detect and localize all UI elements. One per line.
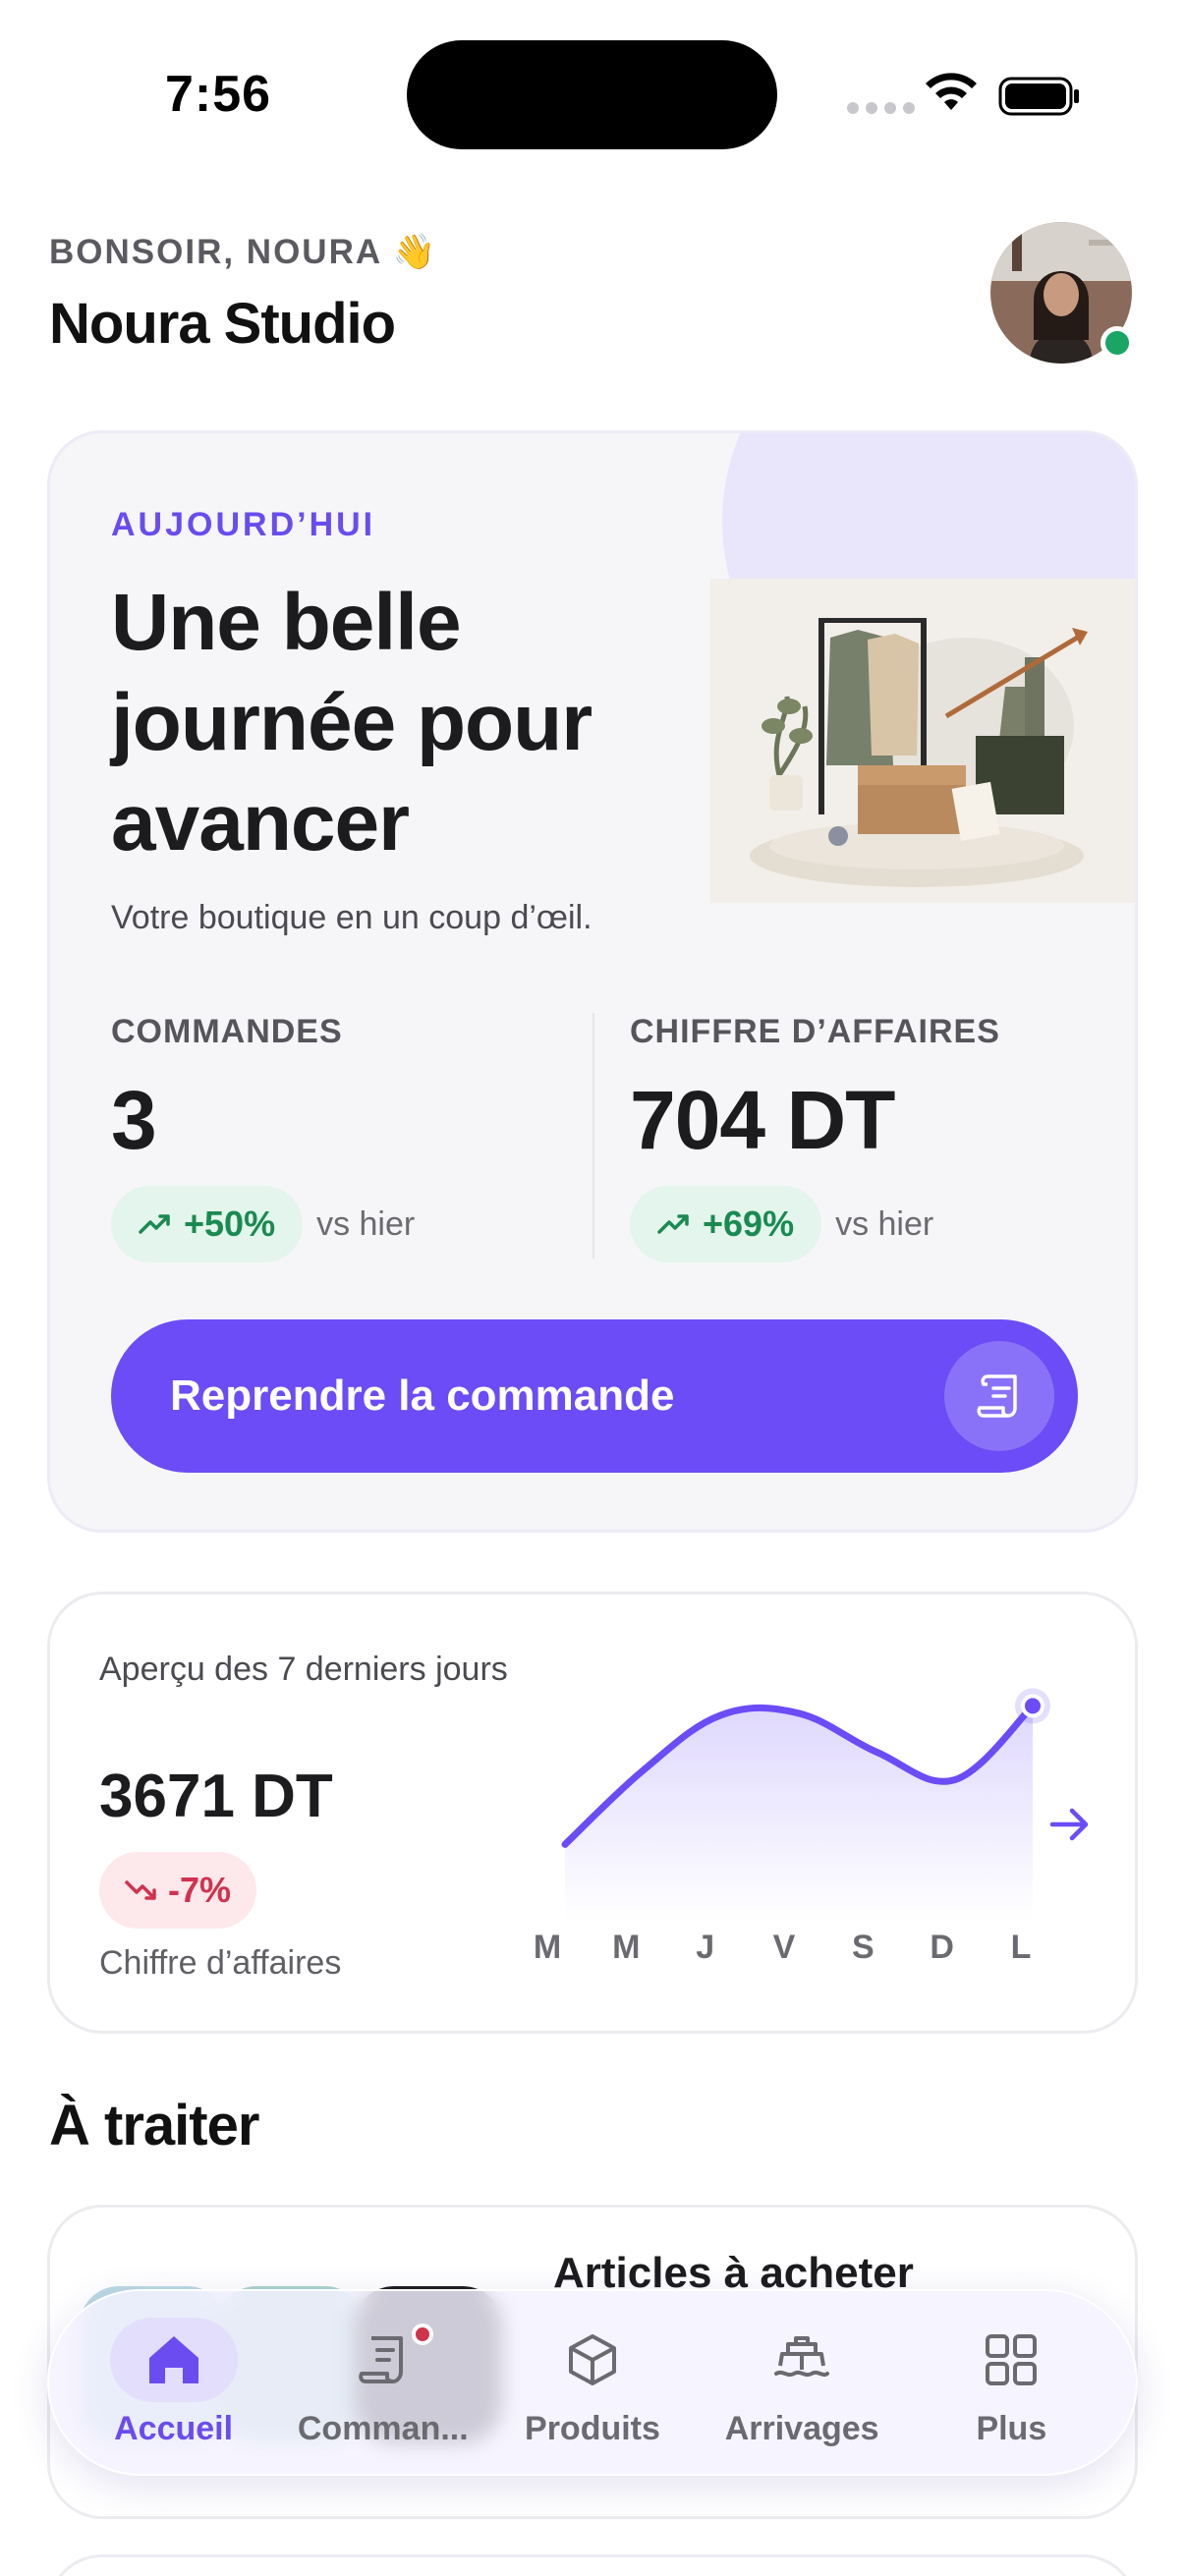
chart-x-tick-label: M	[612, 1929, 640, 1966]
chart-x-tick-label: V	[773, 1929, 796, 1966]
weekly-delta-badge: -7%	[99, 1852, 257, 1929]
cellular-signal-icon	[847, 102, 915, 114]
home-icon	[148, 2335, 198, 2383]
weekly-delta: -7%	[168, 1870, 232, 1910]
status-time: 7:56	[165, 66, 272, 123]
revenue-compare: vs hier	[835, 1204, 934, 1243]
resume-order-button[interactable]: Reprendre la commande	[111, 1319, 1078, 1473]
hero-subtitle: Votre boutique en un coup d’œil.	[111, 899, 592, 936]
next-todo-card	[47, 2554, 1138, 2576]
orders-delta: +50%	[184, 1204, 276, 1244]
store-name: Noura Studio	[49, 292, 396, 356]
hero-title: Une belle journée pour avancer	[111, 578, 592, 868]
chart-x-tick-label: M	[534, 1929, 561, 1966]
tab-label: Plus	[976, 2409, 1047, 2447]
resume-order-label: Reprendre la commande	[170, 1372, 675, 1420]
tab-plus[interactable]: Plus	[908, 2299, 1114, 2466]
battery-icon	[998, 77, 1079, 116]
dynamic-island	[407, 40, 777, 149]
orders-icon	[359, 2335, 403, 2383]
orders-value: 3	[111, 1074, 157, 1166]
orders-label: COMMANDES	[111, 1013, 343, 1050]
trend-down-icon	[125, 1880, 156, 1900]
revenue-delta: +69%	[703, 1204, 795, 1244]
stat-divider	[592, 1013, 594, 1259]
orders-compare: vs hier	[316, 1204, 416, 1243]
grid-icon	[986, 2333, 1038, 2385]
trend-up-icon	[139, 1214, 170, 1234]
revenue-stat: CHIFFRE D’AFFAIRES 704 DT +69% vs hier	[630, 1013, 1000, 1262]
chart-x-tick-label: J	[696, 1929, 714, 1966]
today-summary-card: AUJOURD’HUI Une belle journée pour avanc…	[47, 430, 1138, 1533]
revenue-delta-badge: +69%	[630, 1186, 822, 1262]
box-icon	[568, 2333, 616, 2385]
tab-label: Accueil	[114, 2409, 234, 2447]
tab-produits[interactable]: Produits	[489, 2299, 696, 2466]
section-title: À traiter	[49, 2094, 259, 2157]
orders-stat: COMMANDES 3 +50% vs hier	[111, 1013, 415, 1262]
trend-up-icon	[657, 1214, 689, 1234]
online-status-dot	[1100, 326, 1134, 360]
tab-arrivages[interactable]: Arrivages	[699, 2299, 905, 2466]
weekly-overview-card[interactable]: Aperçu des 7 derniers jours 3671 DT -7% …	[47, 1592, 1138, 2034]
chart-x-tick-label: S	[852, 1929, 875, 1966]
tab-label: Arrivages	[724, 2409, 879, 2447]
notification-badge	[411, 2323, 433, 2345]
chart-x-tick-label: D	[930, 1929, 954, 1966]
arrow-right-icon[interactable]	[1043, 1797, 1098, 1852]
chart-x-tick-label: L	[1011, 1929, 1032, 1966]
revenue-label: CHIFFRE D’AFFAIRES	[630, 1013, 1000, 1050]
receipt-icon	[944, 1341, 1054, 1451]
revenue-value: 704 DT	[630, 1074, 895, 1166]
chart-point-latest	[1021, 1694, 1044, 1718]
wifi-icon	[926, 73, 977, 110]
tab-label: Comman...	[297, 2409, 469, 2447]
weekly-revenue-chart: MMJVSDL	[534, 1688, 1050, 1966]
chart-area-fill	[565, 1706, 1033, 1921]
today-label: AUJOURD’HUI	[111, 506, 376, 543]
tab-accueil[interactable]: Accueil	[71, 2299, 277, 2466]
boutique-illustration	[710, 579, 1135, 903]
weekly-caption: Chiffre d’affaires	[99, 1944, 342, 1982]
orders-delta-badge: +50%	[111, 1186, 304, 1262]
tab-commandes[interactable]: Comman...	[280, 2299, 486, 2466]
bottom-tab-bar: Accueil Comman... Produits Arrivages Plu…	[47, 2289, 1138, 2476]
weekly-value: 3671 DT	[99, 1763, 333, 1830]
weekly-title: Aperçu des 7 derniers jours	[99, 1651, 508, 1688]
ship-icon	[774, 2335, 830, 2377]
tab-label: Produits	[525, 2409, 660, 2447]
greeting-text: BONSOIR, NOURA 👋	[49, 233, 438, 271]
